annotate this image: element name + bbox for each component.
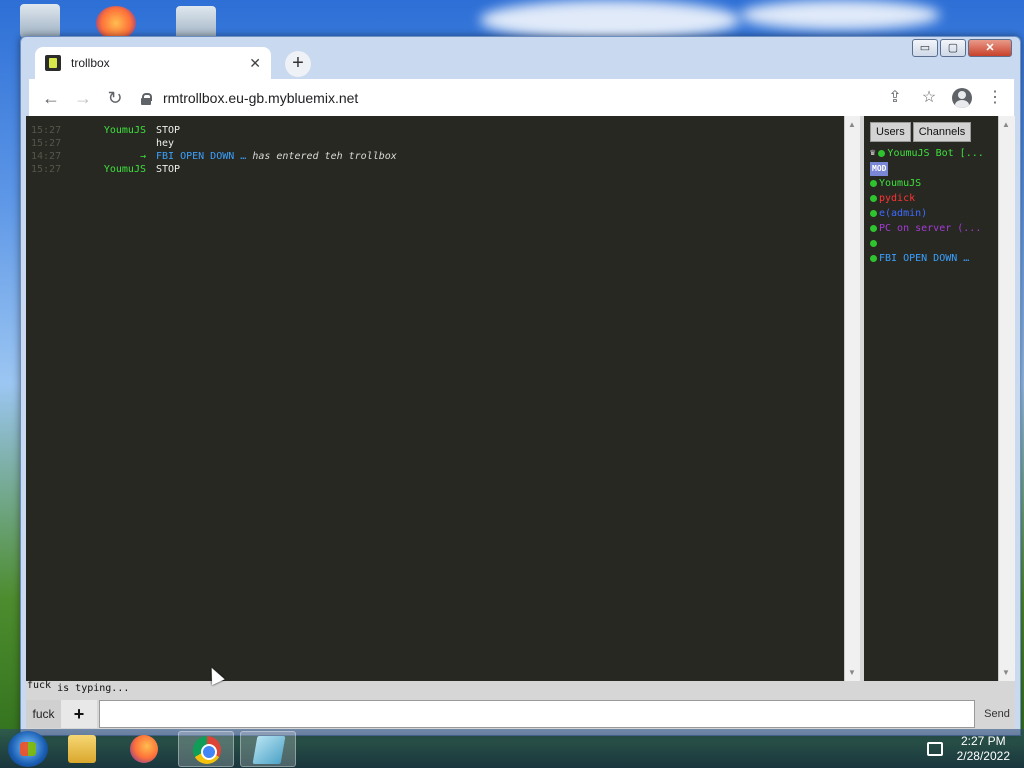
message-nick[interactable]: YoumuJS [86, 163, 156, 176]
clock-time: 2:27 PM [960, 733, 1006, 748]
address-bar[interactable]: rmtrollbox.eu-gb.mybluemix.net [133, 84, 884, 112]
message-text: hey [156, 138, 175, 149]
menu-kebab-icon[interactable]: ⋮ [984, 87, 1006, 109]
tab-trollbox[interactable]: trollbox ✕ [35, 47, 271, 79]
firefox-icon [130, 734, 158, 763]
taskbar-notepad[interactable] [240, 730, 296, 767]
user-name: YoumuJS [879, 178, 922, 189]
crown-icon: ♛ [870, 148, 876, 158]
user-list: ♛ YoumuJS Bot [... MOD YoumuJS pydick e(… [864, 142, 998, 266]
user-name: pydick [879, 193, 916, 204]
chat-log: 15:27 YoumuJS STOP 15:27 hey 14:27 → FBI… [26, 116, 844, 681]
tab-channels[interactable]: Channels [912, 122, 972, 142]
chat-message: 15:27 YoumuJS STOP [26, 163, 844, 176]
lock-icon[interactable] [141, 92, 152, 105]
message-text: STOP [156, 125, 181, 136]
trollbox-page: 15:27 YoumuJS STOP 15:27 hey 14:27 → FBI… [26, 116, 1015, 729]
share-icon[interactable]: ⇪ [884, 87, 906, 109]
message-input[interactable] [99, 700, 975, 728]
sidebar-scrollbar[interactable]: ▲ ▼ [998, 116, 1015, 681]
tab-close-icon[interactable]: ✕ [249, 55, 261, 72]
message-time: 15:27 [31, 164, 62, 175]
new-tab-button[interactable]: + [285, 51, 311, 77]
wallpaper-cloud [480, 0, 740, 40]
browser-toolbar: ← → ↻ rmtrollbox.eu-gb.mybluemix.net ⇪ ☆… [29, 79, 1014, 117]
user-list-item[interactable]: pydick [870, 191, 998, 206]
scroll-down-arrow-icon[interactable]: ▼ [848, 668, 856, 677]
join-nick[interactable]: FBI OPEN DOWN … [156, 150, 246, 163]
url-text: rmtrollbox.eu-gb.mybluemix.net [163, 90, 359, 106]
scroll-up-arrow-icon[interactable]: ▲ [1002, 120, 1010, 129]
typing-text: is typing... [57, 683, 130, 694]
sidebar-tabs: Users Channels [864, 116, 998, 142]
join-arrow-icon: → [139, 151, 146, 162]
taskbar-explorer[interactable] [54, 731, 110, 767]
message-text: STOP [156, 164, 181, 175]
typing-indicator: fuck is typing... [26, 680, 1015, 699]
system-tray: 2:27 PM 2/28/2022 [926, 734, 1010, 764]
join-text: has entered teh trollbox [252, 151, 397, 162]
online-dot-icon [870, 210, 877, 217]
recycle-bin-full-icon[interactable] [176, 6, 216, 40]
scroll-down-arrow-icon[interactable]: ▼ [1002, 668, 1010, 677]
channel-button[interactable]: fuck [26, 700, 61, 728]
user-list-item[interactable]: MOD [870, 161, 998, 176]
back-arrow-icon[interactable]: ← [37, 84, 65, 112]
explorer-icon [68, 734, 96, 763]
message-input-bar: fuck + Send [26, 699, 1015, 729]
user-name: PC on server (... [879, 223, 982, 234]
tab-users[interactable]: Users [870, 122, 911, 142]
message-nick[interactable]: YoumuJS [86, 124, 156, 137]
recycle-bin-icon[interactable] [20, 4, 60, 38]
message-time: 15:27 [31, 125, 62, 136]
user-name: YoumuJS Bot [... [887, 148, 984, 159]
clock[interactable]: 2:27 PM 2/28/2022 [957, 734, 1010, 764]
message-time: 14:27 [31, 151, 62, 162]
tab-title: trollbox [71, 56, 110, 70]
message-time: 15:27 [31, 138, 62, 149]
taskbar-firefox[interactable] [116, 731, 172, 767]
send-button[interactable]: Send [979, 700, 1015, 728]
join-message: 14:27 → FBI OPEN DOWN … has entered teh … [26, 150, 844, 163]
network-icon[interactable] [926, 741, 943, 756]
tab-strip: trollbox ✕ + [29, 45, 1014, 79]
chat-message: 15:27 hey [26, 137, 844, 150]
sidebar-panel: Users Channels ♛ YoumuJS Bot [... MOD Yo… [864, 116, 998, 681]
user-list-item[interactable]: FBI OPEN DOWN … [870, 251, 998, 266]
user-list-item[interactable] [870, 236, 998, 251]
profile-avatar-icon[interactable] [952, 88, 972, 108]
online-dot-icon [870, 180, 877, 187]
online-dot-icon [878, 150, 886, 157]
typing-user: fuck [27, 680, 52, 691]
reload-icon[interactable]: ↻ [101, 84, 129, 112]
user-name: FBI OPEN DOWN … [879, 253, 970, 264]
chat-message: 15:27 YoumuJS STOP [26, 124, 844, 137]
online-dot-icon [870, 195, 877, 202]
add-button[interactable]: + [61, 700, 97, 728]
forward-arrow-icon[interactable]: → [69, 84, 97, 112]
trollbox-favicon-icon [45, 55, 61, 71]
online-dot-icon [870, 225, 877, 232]
taskbar: 2:27 PM 2/28/2022 [0, 729, 1024, 768]
online-dot-icon [870, 240, 877, 247]
clock-date: 2/28/2022 [956, 748, 1010, 763]
user-list-item[interactable]: PC on server (... [870, 221, 998, 236]
user-list-item[interactable]: e(admin) [870, 206, 998, 221]
user-list-item[interactable]: YoumuJS [870, 176, 998, 191]
online-dot-icon [870, 255, 877, 262]
start-button[interactable] [8, 730, 48, 767]
chat-scrollbar[interactable]: ▲ ▼ [844, 116, 860, 681]
chrome-icon [193, 735, 221, 764]
firefox-desktop-icon[interactable] [96, 6, 136, 40]
wallpaper-cloud [740, 0, 940, 30]
user-name: e(admin) [879, 208, 928, 219]
mod-badge: MOD [870, 161, 889, 176]
bookmark-star-icon[interactable]: ☆ [918, 87, 940, 109]
scroll-up-arrow-icon[interactable]: ▲ [848, 120, 856, 129]
message-nick[interactable] [86, 137, 156, 150]
notepad-icon [252, 735, 286, 764]
user-list-item[interactable]: ♛ YoumuJS Bot [... [870, 146, 998, 161]
taskbar-chrome[interactable] [178, 730, 234, 767]
